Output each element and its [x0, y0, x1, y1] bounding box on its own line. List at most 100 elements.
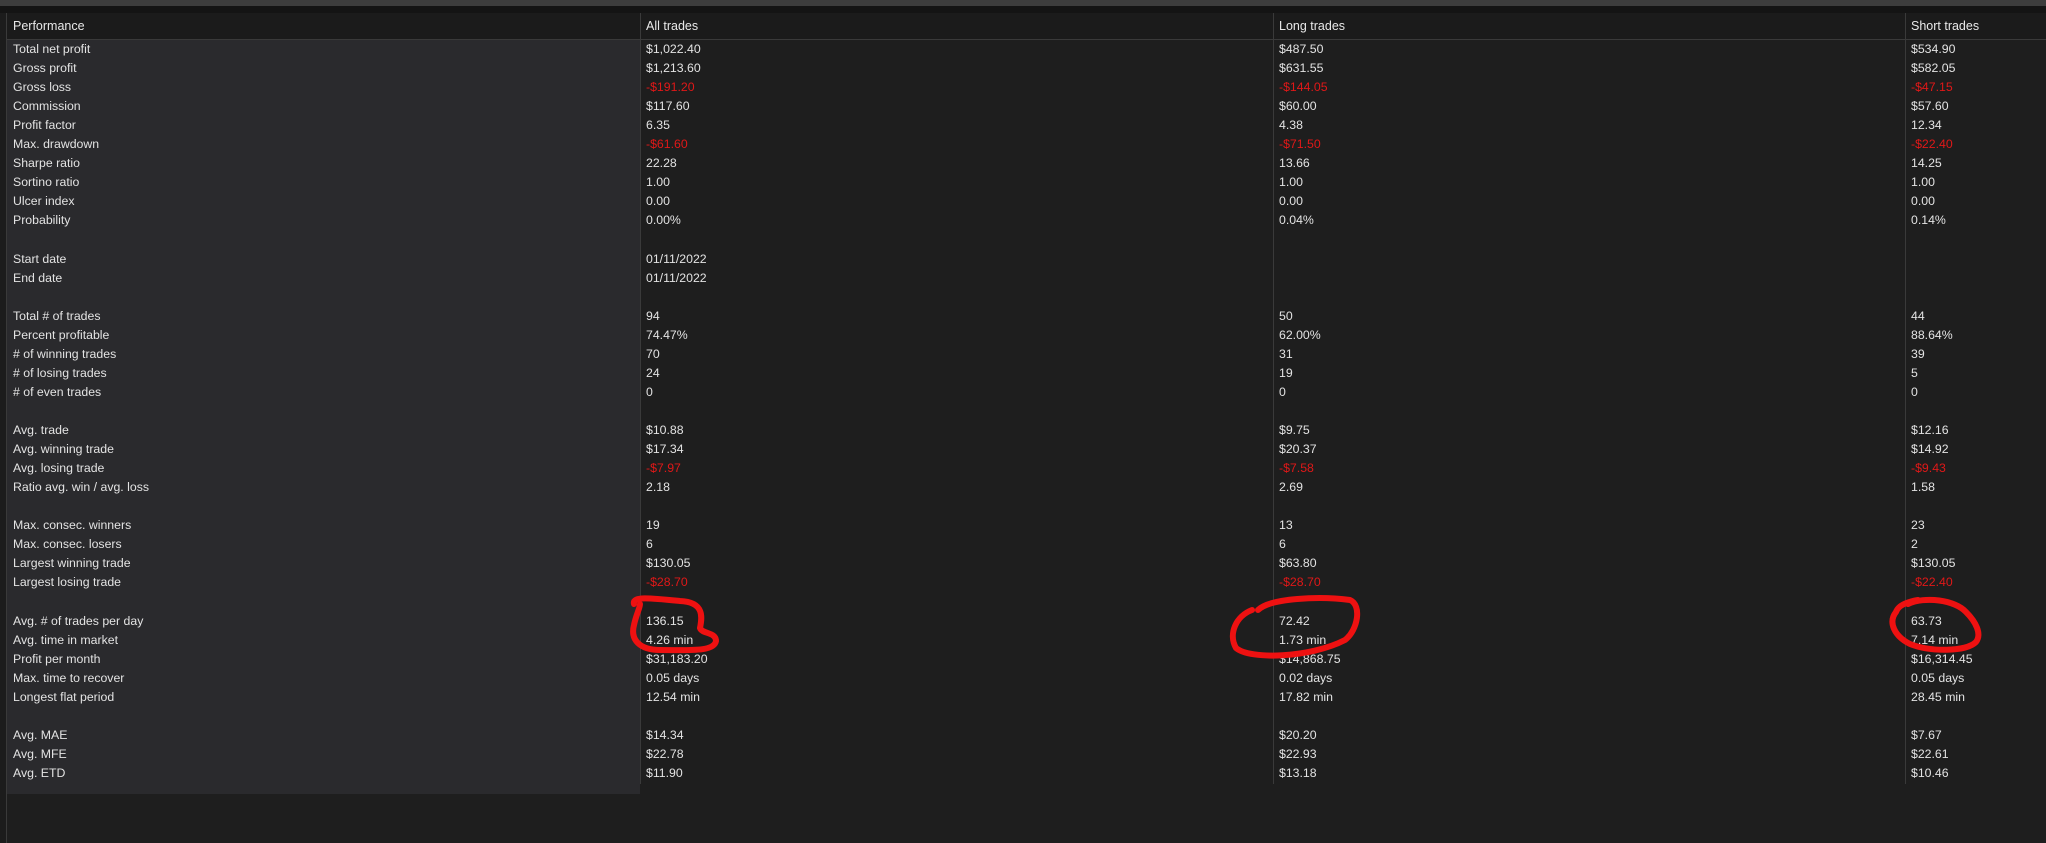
spacer-row[interactable] [7, 707, 2046, 726]
spacer-row[interactable] [7, 402, 2046, 421]
cell-short-trades: 5 [1911, 365, 1918, 380]
row-label: Avg. losing trade [13, 461, 105, 476]
window-top-strip [0, 6, 2046, 13]
table-row[interactable]: Total net profit $1,022.40 $487.50 $534.90 [7, 40, 2046, 59]
table-row[interactable]: Percent profitable 74.47% 62.00% 88.64% [7, 326, 2046, 345]
cell-all-trades: 136.15 [646, 613, 684, 628]
spacer-row[interactable] [7, 497, 2046, 516]
row-label: Max. drawdown [13, 137, 100, 152]
cell-all-trades: 0 [646, 384, 653, 399]
cell-short-trades: 1.58 [1911, 480, 1935, 495]
table-row[interactable]: Avg. MAE $14.34 $20.20 $7.67 [7, 726, 2046, 745]
table-row[interactable]: Largest winning trade $130.05 $63.80 $130.0… [7, 554, 2046, 573]
cell-long-trades: 2.69 [1279, 480, 1303, 495]
row-label: Probability [13, 213, 71, 228]
cell-short-trades: 88.64% [1911, 327, 1953, 342]
table-row[interactable]: Start date 01/11/2022 [7, 250, 2046, 269]
header-long-trades[interactable]: Long trades [1273, 13, 1758, 39]
table-row[interactable]: Avg. MFE $22.78 $22.93 $22.61 [7, 745, 2046, 764]
cell-all-trades: $31,183.20 [646, 651, 708, 666]
cell-all-trades: $130.05 [646, 556, 691, 571]
cell-short-trades [1905, 497, 1911, 516]
row-label: Max. time to recover [13, 670, 125, 685]
table-row[interactable]: # of winning trades 70 31 39 [7, 345, 2046, 364]
row-label: Longest flat period [13, 689, 115, 704]
table-row[interactable]: Avg. trade $10.88 $9.75 $12.16 [7, 421, 2046, 440]
table-row[interactable]: Max. consec. winners 19 13 23 [7, 516, 2046, 535]
cell-long-trades: 13 [1279, 518, 1293, 533]
cell-short-trades: 63.73 [1911, 613, 1942, 628]
row-label: Sharpe ratio [13, 156, 80, 171]
spacer-row[interactable] [7, 231, 2046, 250]
cell-short-trades: $582.05 [1911, 61, 1956, 76]
table-row[interactable]: # of losing trades 24 19 5 [7, 364, 2046, 383]
row-label: Start date [13, 251, 67, 266]
table-row[interactable]: Ulcer index 0.00 0.00 0.00 [7, 192, 2046, 211]
table-row[interactable]: Max. consec. losers 6 6 2 [7, 535, 2046, 554]
cell-short-trades: $534.90 [1911, 42, 1956, 56]
grid-header: Performance All trades Long trades Short… [7, 13, 2046, 40]
row-label: Avg. winning trade [13, 442, 114, 457]
table-row[interactable]: Largest losing trade -$28.70 -$28.70 -$22.4… [7, 573, 2046, 592]
cell-all-trades: $17.34 [646, 442, 684, 457]
table-row[interactable]: Max. drawdown -$61.60 -$71.50 -$22.40 [7, 135, 2046, 154]
table-row[interactable]: Sortino ratio 1.00 1.00 1.00 [7, 173, 2046, 192]
table-row[interactable]: Longest flat period 12.54 min 17.82 min 28.… [7, 688, 2046, 707]
table-row[interactable]: Commission $117.60 $60.00 $57.60 [7, 97, 2046, 116]
row-label [7, 497, 13, 516]
row-label [7, 231, 13, 250]
cell-short-trades: -$22.40 [1911, 575, 1953, 590]
cell-long-trades [1273, 402, 1279, 421]
cell-long-trades: -$7.58 [1279, 461, 1314, 476]
cell-long-trades [1273, 288, 1279, 307]
row-label: # of winning trades [13, 346, 117, 361]
cell-short-trades: $7.67 [1911, 727, 1942, 742]
row-label: Largest losing trade [13, 575, 122, 590]
row-label: Percent profitable [13, 327, 110, 342]
cell-all-trades: 6.35 [646, 118, 670, 133]
table-row[interactable]: End date 01/11/2022 [7, 269, 2046, 288]
cell-all-trades: $22.78 [646, 746, 684, 761]
cell-long-trades: 13.66 [1279, 156, 1310, 171]
table-row[interactable]: Gross loss -$191.20 -$144.05 -$47.15 [7, 78, 2046, 97]
table-row[interactable]: Avg. winning trade $17.34 $20.37 $14.92 [7, 440, 2046, 459]
cell-short-trades: $16,314.45 [1911, 651, 1973, 666]
table-row[interactable]: Profit per month $31,183.20 $14,868.75 $16,… [7, 650, 2046, 669]
spacer-row[interactable] [7, 288, 2046, 307]
cell-all-trades: $11.90 [646, 765, 683, 780]
spacer-row[interactable] [7, 592, 2046, 611]
performance-grid: Performance All trades Long trades Short… [6, 13, 2046, 843]
cell-long-trades: $13.18 [1279, 765, 1317, 780]
cell-short-trades: 12.34 [1911, 118, 1942, 133]
table-row[interactable]: Avg. # of trades per day 136.15 72.42 63.73 [7, 612, 2046, 631]
header-performance[interactable]: Performance [7, 13, 640, 39]
row-label [7, 288, 13, 307]
cell-short-trades: -$47.15 [1911, 80, 1953, 95]
cell-all-trades: 12.54 min [646, 689, 701, 704]
row-label: Avg. time in market [13, 632, 119, 647]
cell-long-trades: 72.42 [1279, 613, 1310, 628]
table-row[interactable]: Probability 0.00% 0.04% 0.14% [7, 211, 2046, 230]
table-row[interactable]: Sharpe ratio 22.28 13.66 14.25 [7, 154, 2046, 173]
cell-short-trades: -$22.40 [1911, 137, 1953, 152]
header-all-trades[interactable]: All trades [640, 13, 1125, 39]
cell-long-trades: $14,868.75 [1279, 651, 1341, 666]
header-short-trades[interactable]: Short trades [1905, 13, 2046, 39]
cell-all-trades: -$28.70 [646, 575, 688, 590]
row-label: Ratio avg. win / avg. loss [13, 480, 150, 495]
table-row[interactable]: Avg. losing trade -$7.97 -$7.58 -$9.43 [7, 459, 2046, 478]
table-row[interactable]: Ratio avg. win / avg. loss 2.18 2.69 1.58 [7, 478, 2046, 497]
table-row[interactable]: Gross profit $1,213.60 $631.55 $582.05 [7, 59, 2046, 78]
cell-short-trades: 23 [1911, 518, 1925, 533]
cell-long-trades: $60.00 [1279, 99, 1317, 114]
row-label: Total # of trades [13, 308, 101, 323]
table-row[interactable]: Profit factor 6.35 4.38 12.34 [7, 116, 2046, 135]
table-row[interactable]: Avg. time in market 4.26 min 1.73 min 7.14 … [7, 631, 2046, 650]
table-row[interactable]: Total # of trades 94 50 44 [7, 307, 2046, 326]
table-row[interactable]: Max. time to recover 0.05 days 0.02 days 0.… [7, 669, 2046, 688]
table-row[interactable]: Avg. ETD $11.90 $13.18 $10.46 [7, 764, 2046, 783]
cell-short-trades: $10.46 [1911, 765, 1949, 780]
table-row[interactable]: # of even trades 0 0 0 [7, 383, 2046, 402]
cell-all-trades: 0.00 [646, 194, 670, 209]
row-label: Gross loss [13, 80, 72, 95]
